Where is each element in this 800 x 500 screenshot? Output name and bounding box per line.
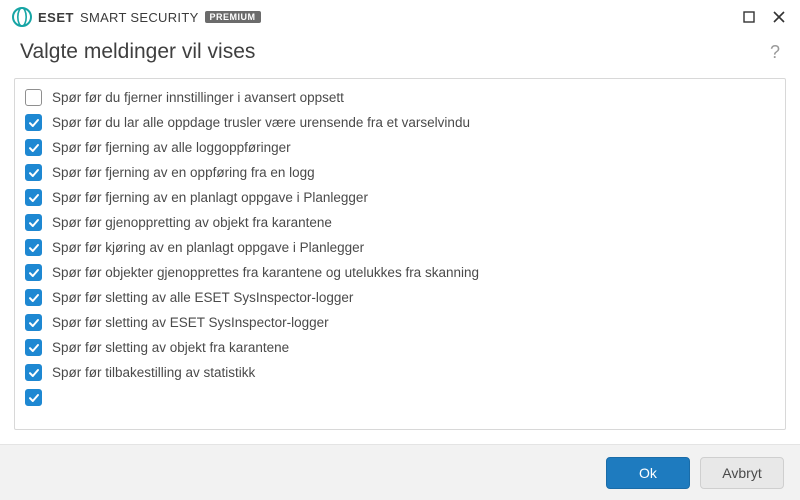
checkbox-unchecked-icon[interactable] (25, 89, 42, 106)
list-item[interactable]: Spør før fjerning av alle loggoppføringe… (15, 135, 785, 160)
options-list[interactable]: Spør før du fjerner innstillinger i avan… (14, 78, 786, 430)
list-item-label: Spør før fjerning av en planlagt oppgave… (52, 190, 368, 205)
list-item[interactable]: Spør før tilbakestilling av statistikk (15, 360, 785, 385)
list-item-label: Spør før sletting av ESET SysInspector-l… (52, 315, 329, 330)
titlebar: ESET SMART SECURITY PREMIUM (0, 0, 800, 32)
help-icon[interactable]: ? (770, 42, 780, 63)
list-item[interactable]: Spør før fjerning av en planlagt oppgave… (15, 185, 785, 210)
brand: ESET SMART SECURITY PREMIUM (12, 7, 261, 27)
footer: Ok Avbryt (0, 444, 800, 500)
maximize-button[interactable] (742, 10, 756, 24)
list-item[interactable]: Spør før sletting av objekt fra karanten… (15, 335, 785, 360)
checkbox-checked-icon[interactable] (25, 139, 42, 156)
checkbox-checked-icon[interactable] (25, 314, 42, 331)
checkbox-checked-icon[interactable] (25, 189, 42, 206)
list-item-label: Spør før du lar alle oppdage trusler vær… (52, 115, 470, 130)
checkbox-checked-icon[interactable] (25, 114, 42, 131)
page-title: Valgte meldinger vil vises (20, 40, 255, 64)
list-item[interactable]: Spør før sletting av ESET SysInspector-l… (15, 310, 785, 335)
list-item-label: Spør før gjenoppretting av objekt fra ka… (52, 215, 332, 230)
checkbox-checked-icon[interactable] (25, 239, 42, 256)
list-item[interactable] (15, 385, 785, 410)
list-item[interactable]: Spør før sletting av alle ESET SysInspec… (15, 285, 785, 310)
list-item-label: Spør før du fjerner innstillinger i avan… (52, 90, 344, 105)
window-controls (742, 10, 790, 24)
list-item-label: Spør før kjøring av en planlagt oppgave … (52, 240, 364, 255)
checkbox-checked-icon[interactable] (25, 389, 42, 406)
checkbox-checked-icon[interactable] (25, 214, 42, 231)
checkbox-checked-icon[interactable] (25, 289, 42, 306)
eset-logo-icon (12, 7, 32, 27)
list-item-label: Spør før fjerning av alle loggoppføringe… (52, 140, 291, 155)
checkbox-checked-icon[interactable] (25, 264, 42, 281)
list-item[interactable]: Spør før du fjerner innstillinger i avan… (15, 85, 785, 110)
list-item[interactable]: Spør før gjenoppretting av objekt fra ka… (15, 210, 785, 235)
list-item-label: Spør før sletting av objekt fra karanten… (52, 340, 289, 355)
header: Valgte meldinger vil vises ? (0, 32, 800, 78)
close-button[interactable] (772, 10, 786, 24)
checkbox-checked-icon[interactable] (25, 364, 42, 381)
brand-eset: ESET (38, 10, 74, 25)
checkbox-checked-icon[interactable] (25, 339, 42, 356)
list-item-label: Spør før fjerning av en oppføring fra en… (52, 165, 315, 180)
ok-button[interactable]: Ok (606, 457, 690, 489)
list-item[interactable]: Spør før du lar alle oppdage trusler vær… (15, 110, 785, 135)
brand-edition: PREMIUM (205, 11, 261, 23)
checkbox-checked-icon[interactable] (25, 164, 42, 181)
brand-product: SMART SECURITY (80, 10, 199, 25)
list-item-label: Spør før objekter gjenopprettes fra kara… (52, 265, 479, 280)
list-item[interactable]: Spør før kjøring av en planlagt oppgave … (15, 235, 785, 260)
list-item-label: Spør før sletting av alle ESET SysInspec… (52, 290, 353, 305)
list-item-label: Spør før tilbakestilling av statistikk (52, 365, 255, 380)
list-item[interactable]: Spør før objekter gjenopprettes fra kara… (15, 260, 785, 285)
list-item[interactable]: Spør før fjerning av en oppføring fra en… (15, 160, 785, 185)
cancel-button[interactable]: Avbryt (700, 457, 784, 489)
